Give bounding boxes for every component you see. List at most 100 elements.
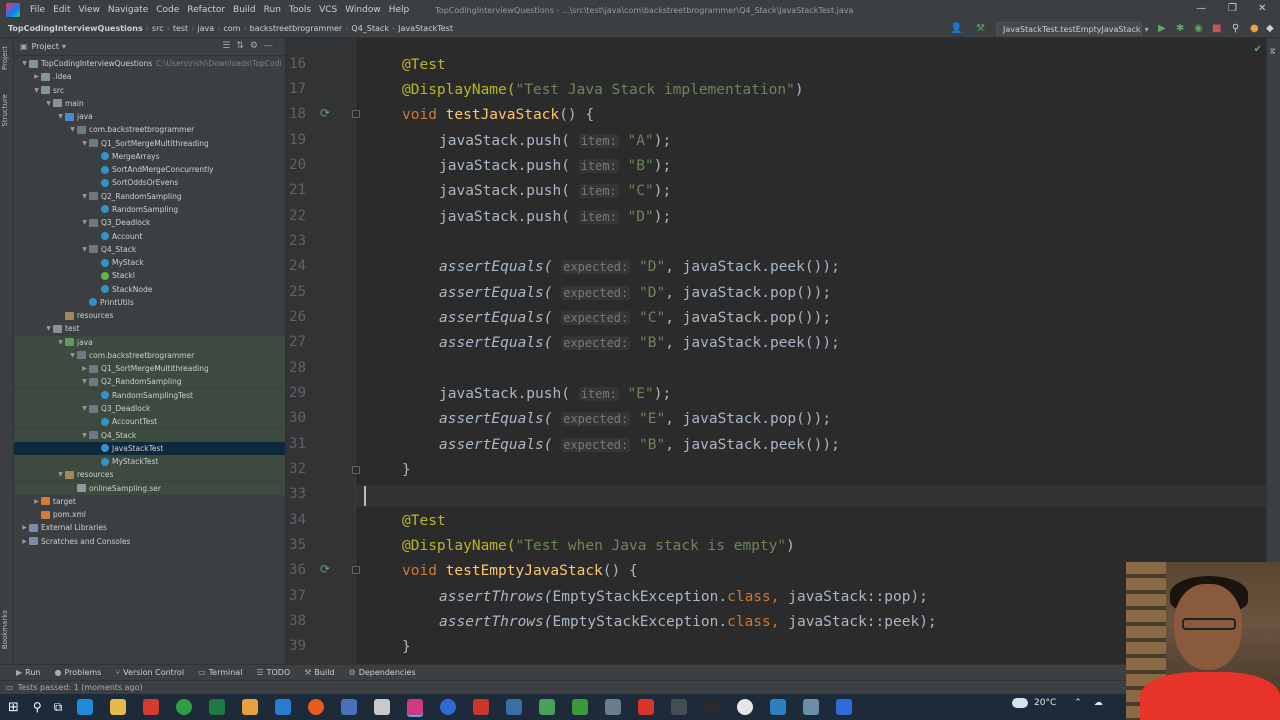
office-icon[interactable] <box>637 699 654 715</box>
sublime-icon[interactable] <box>241 699 258 715</box>
chevron-down-icon[interactable]: ▼ <box>80 140 89 147</box>
build-hammer-icon[interactable]: ⚒ <box>976 23 985 34</box>
breadcrumb-java[interactable]: java <box>194 24 217 33</box>
run-icon[interactable]: ▶ <box>1158 23 1166 34</box>
project-panel-title[interactable]: Project <box>32 42 59 51</box>
menu-tools[interactable]: Tools <box>285 5 315 15</box>
breadcrumb-com[interactable]: com <box>220 24 243 33</box>
chevron-down-icon[interactable]: ▼ <box>80 193 89 200</box>
app-icon[interactable] <box>472 699 489 715</box>
chrome-icon[interactable] <box>175 699 192 715</box>
breadcrumb-file[interactable]: JavaStackTest <box>395 24 456 33</box>
tree-item[interactable]: SortOddsOrEvens <box>14 176 285 189</box>
menu-code[interactable]: Code <box>152 5 183 15</box>
menu-build[interactable]: Build <box>229 5 260 15</box>
tree-item[interactable]: AccountTest <box>14 415 285 429</box>
app-icon[interactable] <box>835 699 852 715</box>
tree-item[interactable]: MyStackTest <box>14 455 285 469</box>
maven-tool-tab[interactable]: M <box>1268 48 1276 54</box>
tree-item[interactable]: ▼ Q2_RandomSampling <box>14 375 285 389</box>
app-icon[interactable] <box>142 699 159 715</box>
app-icon[interactable] <box>604 699 621 715</box>
zoom-icon[interactable] <box>439 699 456 715</box>
maps-icon[interactable] <box>736 699 753 715</box>
weather-widget[interactable]: 20°C ⌃ ☁ <box>1012 698 1103 708</box>
intellij-icon[interactable] <box>406 699 423 715</box>
structure-tool-tab[interactable]: Structure <box>1 94 9 127</box>
tree-item[interactable]: PrintUtils <box>14 296 285 309</box>
chevron-down-icon[interactable]: ▼ <box>68 126 77 133</box>
tree-item[interactable]: ▼ Q4_Stack <box>14 243 285 256</box>
inspection-ok-icon[interactable]: ✔ <box>1254 44 1262 55</box>
tree-item[interactable]: ▶ Q1_SortMergeMultithreading <box>14 362 285 376</box>
tree-item[interactable]: ▼ resources <box>14 468 285 482</box>
app-icon[interactable] <box>769 699 786 715</box>
chevron-down-icon[interactable]: ▾ <box>62 42 66 51</box>
menu-run[interactable]: Run <box>260 5 285 15</box>
tree-item[interactable]: ▶ target <box>14 495 285 508</box>
tree-item[interactable]: resources <box>14 309 285 322</box>
chevron-right-icon[interactable]: ▶ <box>80 365 89 372</box>
user-icon[interactable]: 👤 <box>950 23 962 34</box>
tree-item[interactable]: ▼ com.backstreetbrogrammer <box>14 348 285 362</box>
tree-item[interactable]: RandomSampling <box>14 203 285 216</box>
update-icon[interactable]: ● <box>1250 23 1259 34</box>
tree-item[interactable]: MyStack <box>14 256 285 269</box>
menu-edit[interactable]: Edit <box>49 5 74 15</box>
chevron-down-icon[interactable]: ▼ <box>80 432 89 439</box>
postman-icon[interactable] <box>307 699 324 715</box>
tree-item[interactable]: ▶ External Libraries <box>14 521 285 534</box>
menu-navigate[interactable]: Navigate <box>104 5 152 15</box>
fold-icon[interactable] <box>352 466 360 474</box>
fold-icon[interactable] <box>352 110 360 118</box>
coverage-icon[interactable]: ◉ <box>1194 23 1203 34</box>
breadcrumb-test[interactable]: test <box>170 24 191 33</box>
chevron-down-icon[interactable]: ▼ <box>56 339 65 346</box>
chevron-right-icon[interactable]: ▶ <box>20 524 29 531</box>
tree-item[interactable]: ▼ Q4_Stack <box>14 428 285 442</box>
chevron-down-icon[interactable]: ▼ <box>80 246 89 253</box>
tree-item[interactable]: ▼ Q3_Deadlock <box>14 216 285 229</box>
tree-item[interactable]: Account <box>14 230 285 243</box>
chevron-down-icon[interactable]: ▼ <box>80 405 89 412</box>
restore-icon[interactable]: ❐ <box>1228 3 1237 14</box>
tree-item[interactable]: ▼ main <box>14 97 285 110</box>
jetbrains-icon[interactable]: ◆ <box>1266 23 1274 34</box>
tree-item[interactable]: ▼ Q1_SortMergeMultithreading <box>14 137 285 150</box>
menu-refactor[interactable]: Refactor <box>183 5 229 15</box>
search-icon[interactable]: ⚲ <box>1232 23 1239 34</box>
debug-icon[interactable]: ✱ <box>1176 23 1184 34</box>
terminal-tool-tab[interactable]: ▭ Terminal <box>198 668 242 677</box>
chevron-down-icon[interactable]: ▼ <box>20 60 29 67</box>
cloud-sync-icon[interactable]: ☁ <box>1094 698 1103 708</box>
breadcrumb-q4-stack[interactable]: Q4_Stack <box>348 24 392 33</box>
chevron-down-icon[interactable]: ▼ <box>56 471 65 478</box>
chevron-up-icon[interactable]: ⌃ <box>1074 698 1082 708</box>
tree-item[interactable]: ▼ test <box>14 322 285 335</box>
tree-item[interactable]: ▼ src <box>14 84 285 97</box>
menu-view[interactable]: View <box>75 5 104 15</box>
terminal-icon[interactable] <box>670 699 687 715</box>
app-icon[interactable] <box>802 699 819 715</box>
panel-toolbar[interactable]: ☰⇅⚙— <box>222 41 279 51</box>
chevron-down-icon[interactable]: ▼ <box>44 100 53 107</box>
tree-item[interactable]: ▶ Scratches and Consoles <box>14 535 285 548</box>
chevron-down-icon[interactable]: ▼ <box>80 378 89 385</box>
run-test-gutter-icon[interactable]: ⟳ <box>320 562 330 576</box>
menu-vcs[interactable]: VCS <box>315 5 341 15</box>
breadcrumb-project[interactable]: TopCodingInterviewQuestions <box>0 24 146 33</box>
tree-item[interactable]: ▼ Q2_RandomSampling <box>14 190 285 203</box>
search-icon[interactable]: ⚲ <box>33 700 42 714</box>
github-icon[interactable] <box>703 699 720 715</box>
app-icon[interactable] <box>340 699 357 715</box>
tree-item[interactable]: ▼ java <box>14 335 285 349</box>
chevron-right-icon[interactable]: ▶ <box>20 538 29 545</box>
tree-item[interactable]: MergeArrays <box>14 150 285 163</box>
edge-icon[interactable] <box>76 699 93 715</box>
tree-item[interactable]: StackI <box>14 269 285 282</box>
tree-item[interactable]: pom.xml <box>14 508 285 521</box>
problems-tool-tab[interactable]: ● Problems <box>55 668 102 677</box>
fold-icon[interactable] <box>352 566 360 574</box>
tree-item[interactable]: ▼ Q3_Deadlock <box>14 402 285 416</box>
build-tool-tab[interactable]: ⚒ Build <box>304 668 334 677</box>
